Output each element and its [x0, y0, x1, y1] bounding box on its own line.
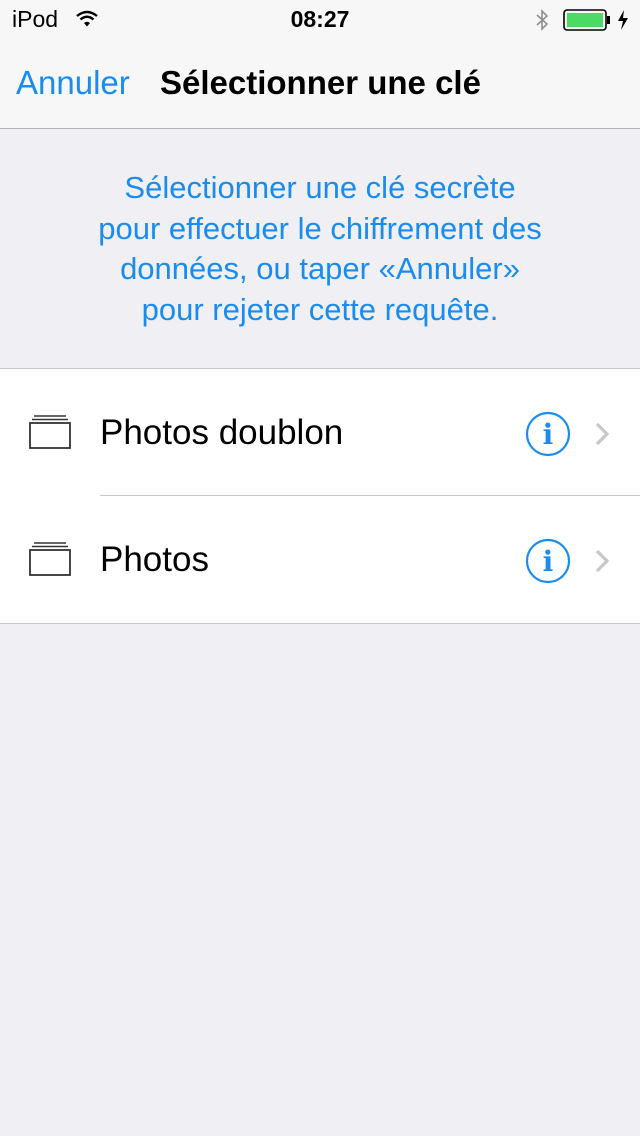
bluetooth-icon — [536, 9, 549, 31]
chevron-right-icon — [595, 422, 610, 446]
key-folder-icon — [29, 415, 71, 449]
key-list: Photos doublon i Photos i — [0, 368, 640, 624]
key-row-photos-doublon[interactable]: Photos doublon i — [0, 369, 640, 496]
status-bar: iPod 08:27 — [0, 0, 640, 40]
key-row-photos[interactable]: Photos i — [0, 496, 640, 623]
chevron-right-icon — [595, 549, 610, 573]
svg-text:i: i — [543, 418, 554, 451]
battery-icon — [563, 9, 610, 31]
key-label: Photos — [100, 540, 209, 579]
key-folder-icon — [29, 542, 71, 576]
svg-text:i: i — [543, 545, 554, 578]
page-title: Sélectionner une clé — [160, 64, 481, 101]
key-label: Photos doublon — [100, 413, 344, 452]
info-icon[interactable]: i — [525, 411, 571, 457]
navigation-bar: Annuler Sélectionner une clé — [0, 40, 640, 129]
cancel-button[interactable]: Annuler — [16, 64, 130, 102]
info-icon[interactable]: i — [525, 538, 571, 584]
instruction-text: Sélectionner une clé secrète pour effect… — [98, 170, 542, 327]
charging-bolt-icon — [618, 10, 628, 30]
